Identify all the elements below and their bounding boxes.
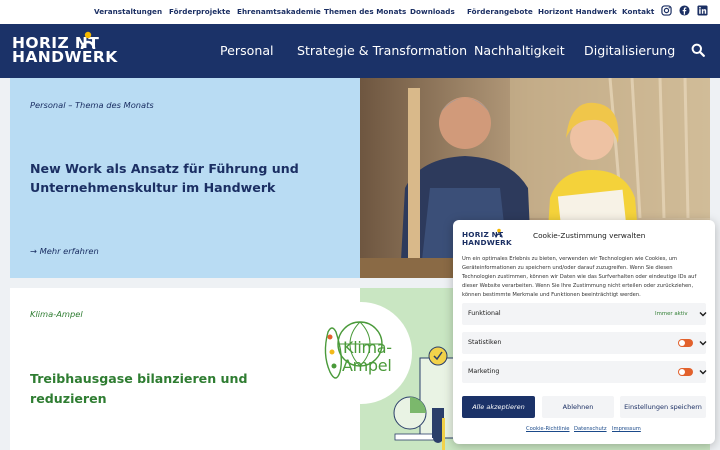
- utility-nav: Veranstaltungen Förderprojekte Ehrenamts…: [0, 0, 720, 24]
- linkedin-icon[interactable]: [697, 5, 708, 16]
- consent-row-funktional[interactable]: Funktional Immer aktiv: [462, 303, 707, 325]
- facebook-icon[interactable]: [679, 5, 690, 16]
- cookie-policy-link[interactable]: Cookie-Richtlinie: [526, 426, 570, 432]
- utility-link-kontakt[interactable]: Kontakt: [622, 7, 654, 16]
- card-kicker: Klima-Ampel: [30, 309, 83, 319]
- card-title[interactable]: Treibhausgase bilanzieren und reduzieren: [30, 369, 320, 409]
- utility-link-horizont-handwerk[interactable]: Horizont Handwerk: [538, 7, 617, 16]
- deny-button[interactable]: Ablehnen: [542, 396, 614, 418]
- consent-label: Marketing: [468, 368, 500, 375]
- utility-link-foerderprojekte[interactable]: Förderprojekte: [169, 7, 230, 16]
- cookie-description: Um ein optimales Erlebnis zu bieten, ver…: [462, 256, 697, 298]
- accept-all-button[interactable]: Alle akzeptieren: [462, 396, 535, 418]
- chevron-down-icon[interactable]: [699, 310, 707, 318]
- cookie-logo-line-2: HANDWERK: [462, 238, 512, 247]
- cookie-dialog-title: Cookie-Zustimmung verwalten: [533, 231, 646, 240]
- search-icon[interactable]: [691, 43, 705, 57]
- utility-link-themen-des-monats[interactable]: Themen des Monats: [324, 7, 406, 16]
- utility-link-foerderangebote[interactable]: Förderangebote: [467, 7, 533, 16]
- privacy-link[interactable]: Datenschutz: [574, 426, 607, 432]
- logo-sun-icon: [495, 228, 503, 238]
- utility-link-veranstaltungen[interactable]: Veranstaltungen: [94, 7, 162, 16]
- badge-text-line-2: Ampel: [342, 356, 392, 375]
- chevron-down-icon[interactable]: [699, 368, 707, 376]
- cookie-logo: HORIZ NT HANDWERK: [462, 228, 522, 250]
- logo-line-2: HANDWERK: [12, 48, 118, 66]
- consent-row-statistiken[interactable]: Statistiken: [462, 332, 707, 354]
- logo-sun-icon: [80, 31, 96, 50]
- card-kicker: Personal – Thema des Monats: [30, 100, 154, 110]
- read-more-link[interactable]: → Mehr erfahren: [30, 246, 99, 256]
- nav-item-digitalisierung[interactable]: Digitalisierung: [584, 43, 675, 58]
- marketing-toggle[interactable]: [678, 368, 693, 376]
- nav-item-strategie[interactable]: Strategie & Transformation: [297, 43, 467, 58]
- nav-item-personal[interactable]: Personal: [220, 43, 274, 58]
- cookie-consent-dialog: HORIZ NT HANDWERK Cookie-Zustimmung verw…: [453, 220, 715, 444]
- always-active-label: Immer aktiv: [655, 311, 688, 317]
- nav-item-nachhaltigkeit[interactable]: Nachhaltigkeit: [474, 43, 565, 58]
- consent-row-marketing[interactable]: Marketing: [462, 361, 707, 383]
- card-title[interactable]: New Work als Ansatz für Führung und Unte…: [30, 159, 330, 197]
- consent-label: Statistiken: [468, 339, 502, 346]
- badge-text-line-1: Klima-: [343, 338, 392, 357]
- save-settings-button[interactable]: Einstellungen speichern: [620, 396, 706, 418]
- consent-label: Funktional: [468, 310, 501, 317]
- statistics-toggle[interactable]: [678, 339, 693, 347]
- instagram-icon[interactable]: [661, 5, 672, 16]
- site-logo[interactable]: HORIZ NT HANDWERK: [12, 30, 117, 70]
- utility-link-ehrenamtsakademie[interactable]: Ehrenamtsakademie: [237, 7, 321, 16]
- chevron-down-icon[interactable]: [699, 339, 707, 347]
- imprint-link[interactable]: Impressum: [612, 426, 641, 432]
- utility-link-downloads[interactable]: Downloads: [410, 7, 455, 16]
